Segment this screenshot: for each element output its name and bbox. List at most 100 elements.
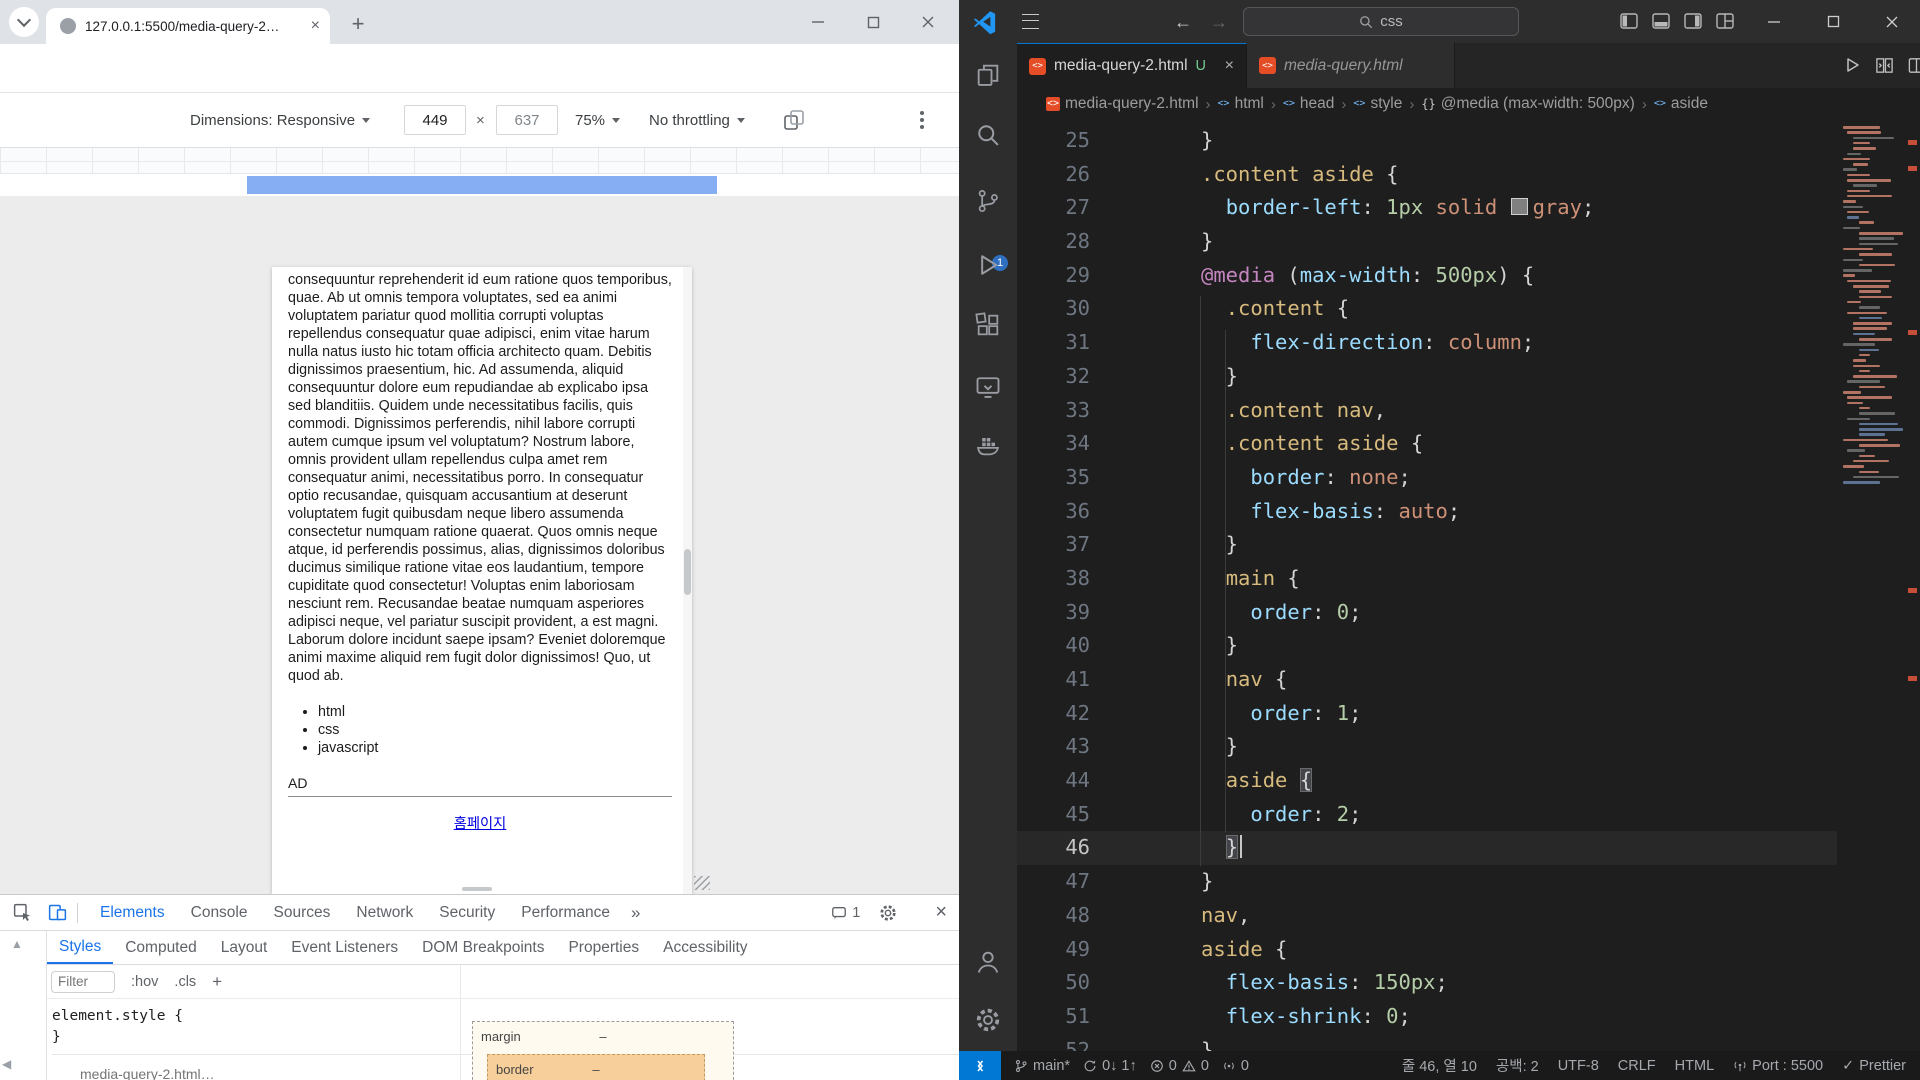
- run-debug-icon[interactable]: [974, 251, 1002, 279]
- code-line[interactable]: 28}: [1017, 225, 1837, 259]
- open-changes-icon[interactable]: [1873, 54, 1895, 76]
- code-line[interactable]: 40 }: [1017, 629, 1837, 663]
- breadcrumb-item[interactable]: <>head: [1283, 95, 1335, 113]
- media-query-bar[interactable]: [247, 176, 717, 194]
- styles-filter-input[interactable]: [51, 971, 115, 993]
- console-messages-badge[interactable]: 1: [831, 905, 860, 921]
- eol-setting[interactable]: CRLF: [1618, 1058, 1656, 1074]
- horizontal-scrollbar-thumb[interactable]: [462, 887, 492, 891]
- code-line[interactable]: 43 }: [1017, 730, 1837, 764]
- code-line[interactable]: 42 order: 1;: [1017, 697, 1837, 731]
- vscode-minimize-button[interactable]: [1751, 0, 1797, 43]
- elements-tree-pane[interactable]: ▲ ◀: [0, 931, 47, 1080]
- inspect-element-icon[interactable]: [12, 902, 33, 923]
- code-editor[interactable]: 25}26.content aside {27 border-left: 1px…: [1017, 120, 1920, 1051]
- device-type-dropdown[interactable]: Dimensions: Responsive: [190, 93, 370, 147]
- devtools-close-icon[interactable]: ×: [935, 901, 947, 924]
- page-scrollbar[interactable]: [683, 267, 692, 894]
- devtools-subtab-styles[interactable]: Styles: [47, 931, 113, 964]
- vscode-close-button[interactable]: [1869, 0, 1915, 43]
- code-line[interactable]: 37 }: [1017, 528, 1837, 562]
- split-editor-icon[interactable]: [1905, 54, 1920, 76]
- cursor-position[interactable]: 줄 46, 열 10: [1402, 1055, 1477, 1076]
- tab-media-query-2[interactable]: <> media-query-2.html U ×: [1017, 43, 1247, 88]
- source-control-icon[interactable]: [974, 187, 1002, 215]
- search-icon[interactable]: [974, 121, 1002, 149]
- devtools-tab-network[interactable]: Network: [343, 895, 426, 930]
- go-back-icon[interactable]: ←: [1169, 8, 1197, 36]
- indentation-setting[interactable]: 공백: 2: [1496, 1055, 1539, 1076]
- tab-close-icon[interactable]: ×: [1225, 57, 1234, 75]
- code-line[interactable]: 32 }: [1017, 360, 1837, 394]
- devtools-tab-elements[interactable]: Elements: [87, 895, 178, 930]
- devtools-subtab-dom-breakpoints[interactable]: DOM Breakpoints: [410, 931, 556, 964]
- errors-indicator[interactable]: 0 0: [1150, 1058, 1209, 1074]
- zoom-dropdown[interactable]: 75%: [575, 93, 620, 147]
- minimap[interactable]: [1837, 120, 1905, 1051]
- tab-media-query[interactable]: <> media-query.html: [1247, 43, 1455, 88]
- code-line[interactable]: 50 flex-basis: 150px;: [1017, 966, 1837, 1000]
- code-line[interactable]: 51 flex-shrink: 0;: [1017, 1000, 1837, 1034]
- go-forward-icon[interactable]: →: [1205, 8, 1233, 36]
- rotate-viewport-icon[interactable]: [782, 93, 806, 147]
- new-tab-button[interactable]: +: [344, 10, 372, 38]
- devtools-tab-performance[interactable]: Performance: [508, 895, 623, 930]
- tab-close-icon[interactable]: ×: [311, 17, 320, 35]
- scroll-left-icon[interactable]: ◀: [2, 1057, 11, 1071]
- devtools-subtab-computed[interactable]: Computed: [113, 931, 209, 964]
- customize-layout-icon[interactable]: [1715, 11, 1736, 32]
- code-line[interactable]: 36 flex-basis: auto;: [1017, 495, 1837, 529]
- editor-scrollbar[interactable]: [1905, 120, 1920, 1051]
- toggle-hover-button[interactable]: :hov: [131, 974, 158, 990]
- toggle-class-button[interactable]: .cls: [174, 974, 196, 990]
- viewport-resize-handle[interactable]: [694, 876, 710, 890]
- code-line[interactable]: 31 flex-direction: column;: [1017, 326, 1837, 360]
- account-icon[interactable]: [974, 948, 1002, 976]
- git-branch-indicator[interactable]: main*: [1014, 1058, 1070, 1074]
- box-model-border[interactable]: border –: [487, 1054, 705, 1080]
- devtools-subtab-accessibility[interactable]: Accessibility: [651, 931, 759, 964]
- color-swatch[interactable]: [1511, 198, 1528, 215]
- browser-maximize-button[interactable]: [852, 0, 894, 44]
- box-model-diagram[interactable]: margin – border –: [472, 1021, 734, 1080]
- browser-minimize-button[interactable]: [797, 0, 839, 44]
- code-line[interactable]: 25}: [1017, 124, 1837, 158]
- code-line[interactable]: 47}: [1017, 865, 1837, 899]
- run-button[interactable]: [1841, 54, 1863, 76]
- code-line[interactable]: 38 main {: [1017, 562, 1837, 596]
- ports-indicator[interactable]: 0: [1222, 1058, 1249, 1074]
- toggle-panel-icon[interactable]: [1651, 11, 1672, 32]
- breadcrumb-item[interactable]: <>media-query-2.html: [1046, 95, 1199, 113]
- new-style-rule-button[interactable]: +: [212, 972, 222, 992]
- devtools-subtab-layout[interactable]: Layout: [209, 931, 280, 964]
- browser-tab[interactable]: 127.0.0.1:5500/media-query-2… ×: [46, 8, 330, 44]
- code-line[interactable]: 44 aside {: [1017, 764, 1837, 798]
- devtools-tab-sources[interactable]: Sources: [261, 895, 344, 930]
- code-line[interactable]: 39 order: 0;: [1017, 596, 1837, 630]
- code-line[interactable]: 48nav,: [1017, 899, 1837, 933]
- explorer-icon[interactable]: [974, 61, 1002, 89]
- code-line[interactable]: 52}: [1017, 1034, 1837, 1051]
- devtools-settings-icon[interactable]: [879, 904, 897, 922]
- code-line[interactable]: 45 order: 2;: [1017, 798, 1837, 832]
- extensions-icon[interactable]: [974, 311, 1002, 339]
- vscode-maximize-button[interactable]: [1810, 0, 1856, 43]
- remote-indicator[interactable]: [959, 1051, 1001, 1080]
- encoding-setting[interactable]: UTF-8: [1558, 1058, 1599, 1074]
- code-line[interactable]: 33 .content nav,: [1017, 394, 1837, 428]
- viewport-height-input[interactable]: [496, 105, 558, 135]
- code-line[interactable]: 46 }: [1017, 831, 1837, 865]
- code-line[interactable]: 30 .content {: [1017, 292, 1837, 326]
- browser-close-button[interactable]: [907, 0, 949, 44]
- code-line[interactable]: 34 .content aside {: [1017, 427, 1837, 461]
- toggle-sidebar-icon[interactable]: [1619, 11, 1640, 32]
- throttling-dropdown[interactable]: No throttling: [649, 93, 745, 147]
- breadcrumb-item[interactable]: <>aside: [1654, 95, 1708, 113]
- remote-explorer-icon[interactable]: [974, 373, 1002, 401]
- device-toolbar-menu-icon[interactable]: [920, 93, 924, 147]
- code-line[interactable]: 49aside {: [1017, 933, 1837, 967]
- command-center-search[interactable]: css: [1243, 7, 1519, 36]
- language-mode[interactable]: HTML: [1675, 1058, 1714, 1074]
- scroll-up-icon[interactable]: ▲: [11, 937, 23, 951]
- live-server-port[interactable]: Port : 5500: [1733, 1058, 1823, 1074]
